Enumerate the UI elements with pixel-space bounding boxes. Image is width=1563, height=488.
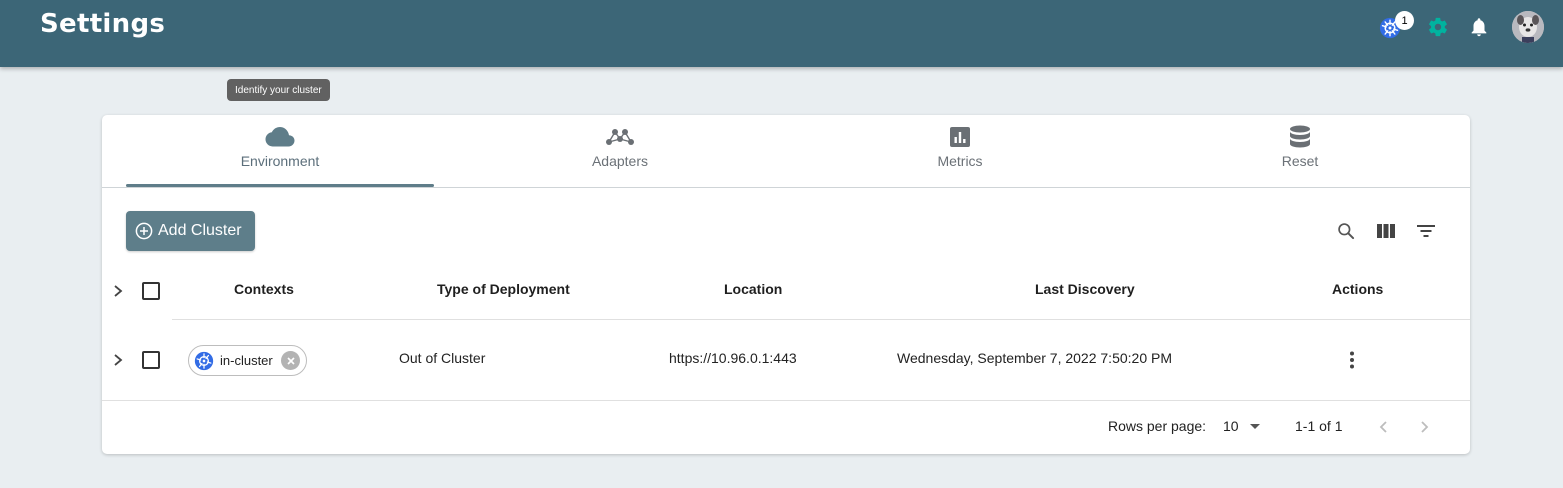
search-icon[interactable]	[1334, 219, 1358, 243]
tab-metrics[interactable]: Metrics	[790, 115, 1130, 187]
tab-environment[interactable]: Environment	[110, 115, 450, 187]
page-title: Settings	[40, 9, 166, 39]
rows-per-page-select[interactable]: 10	[1223, 418, 1261, 434]
row-divider	[102, 400, 1470, 401]
expand-all-chevron-icon[interactable]	[109, 282, 127, 300]
header-divider	[172, 319, 1470, 320]
add-circle-icon	[135, 222, 153, 240]
gear-icon[interactable]	[1426, 15, 1450, 39]
avatar[interactable]	[1512, 11, 1544, 43]
tab-label: Environment	[240, 153, 320, 169]
tab-label: Reset	[1281, 153, 1319, 169]
rows-per-page-value: 10	[1223, 418, 1239, 434]
close-icon[interactable]	[281, 351, 300, 370]
cell-last-discovery: Wednesday, September 7, 2022 7:50:20 PM	[897, 350, 1172, 366]
add-cluster-label: Add Cluster	[158, 222, 242, 239]
bell-icon[interactable]	[1467, 15, 1491, 39]
context-chip-label: in-cluster	[220, 353, 273, 368]
cell-type-of-deployment: Out of Cluster	[399, 350, 486, 366]
column-header-type-of-deployment[interactable]: Type of Deployment	[437, 281, 570, 297]
notification-count-badge: 1	[1395, 11, 1414, 30]
columns-icon[interactable]	[1374, 219, 1398, 243]
column-header-contexts[interactable]: Contexts	[234, 281, 294, 297]
tab-label: Adapters	[591, 153, 649, 169]
more-vert-icon[interactable]	[1342, 349, 1362, 371]
column-header-location[interactable]: Location	[724, 281, 782, 297]
tab-label: Metrics	[937, 153, 983, 169]
pagination-range: 1-1 of 1	[1295, 418, 1343, 434]
expand-row-chevron-icon[interactable]	[109, 351, 127, 369]
next-page-icon[interactable]	[1413, 416, 1435, 438]
database-icon	[1289, 125, 1311, 149]
tab-adapters[interactable]: Adapters	[450, 115, 790, 187]
filter-icon[interactable]	[1414, 219, 1438, 243]
column-header-last-discovery[interactable]: Last Discovery	[1035, 281, 1135, 297]
rows-per-page-label: Rows per page:	[1108, 418, 1207, 434]
adapters-icon	[605, 125, 635, 149]
context-chip[interactable]: in-cluster	[188, 345, 307, 376]
kubernetes-icon	[194, 351, 214, 371]
tab-bar: Environment Adapters Metrics Reset	[102, 115, 1470, 188]
top-app-bar: Settings 1	[0, 0, 1563, 67]
tooltip: Identify your cluster	[227, 79, 330, 101]
add-cluster-button[interactable]: Add Cluster	[126, 211, 255, 251]
row-checkbox[interactable]	[142, 351, 160, 369]
column-header-actions: Actions	[1332, 281, 1384, 297]
previous-page-icon[interactable]	[1373, 416, 1395, 438]
metrics-icon	[949, 125, 971, 149]
active-tab-indicator	[126, 184, 434, 187]
cell-location: https://10.96.0.1:443	[669, 350, 797, 366]
tab-reset[interactable]: Reset	[1130, 115, 1470, 187]
select-all-checkbox[interactable]	[142, 282, 160, 300]
settings-card: Environment Adapters Metrics Reset Add C…	[102, 115, 1470, 454]
arrow-drop-down-icon	[1249, 422, 1261, 430]
cloud-icon	[265, 125, 295, 149]
